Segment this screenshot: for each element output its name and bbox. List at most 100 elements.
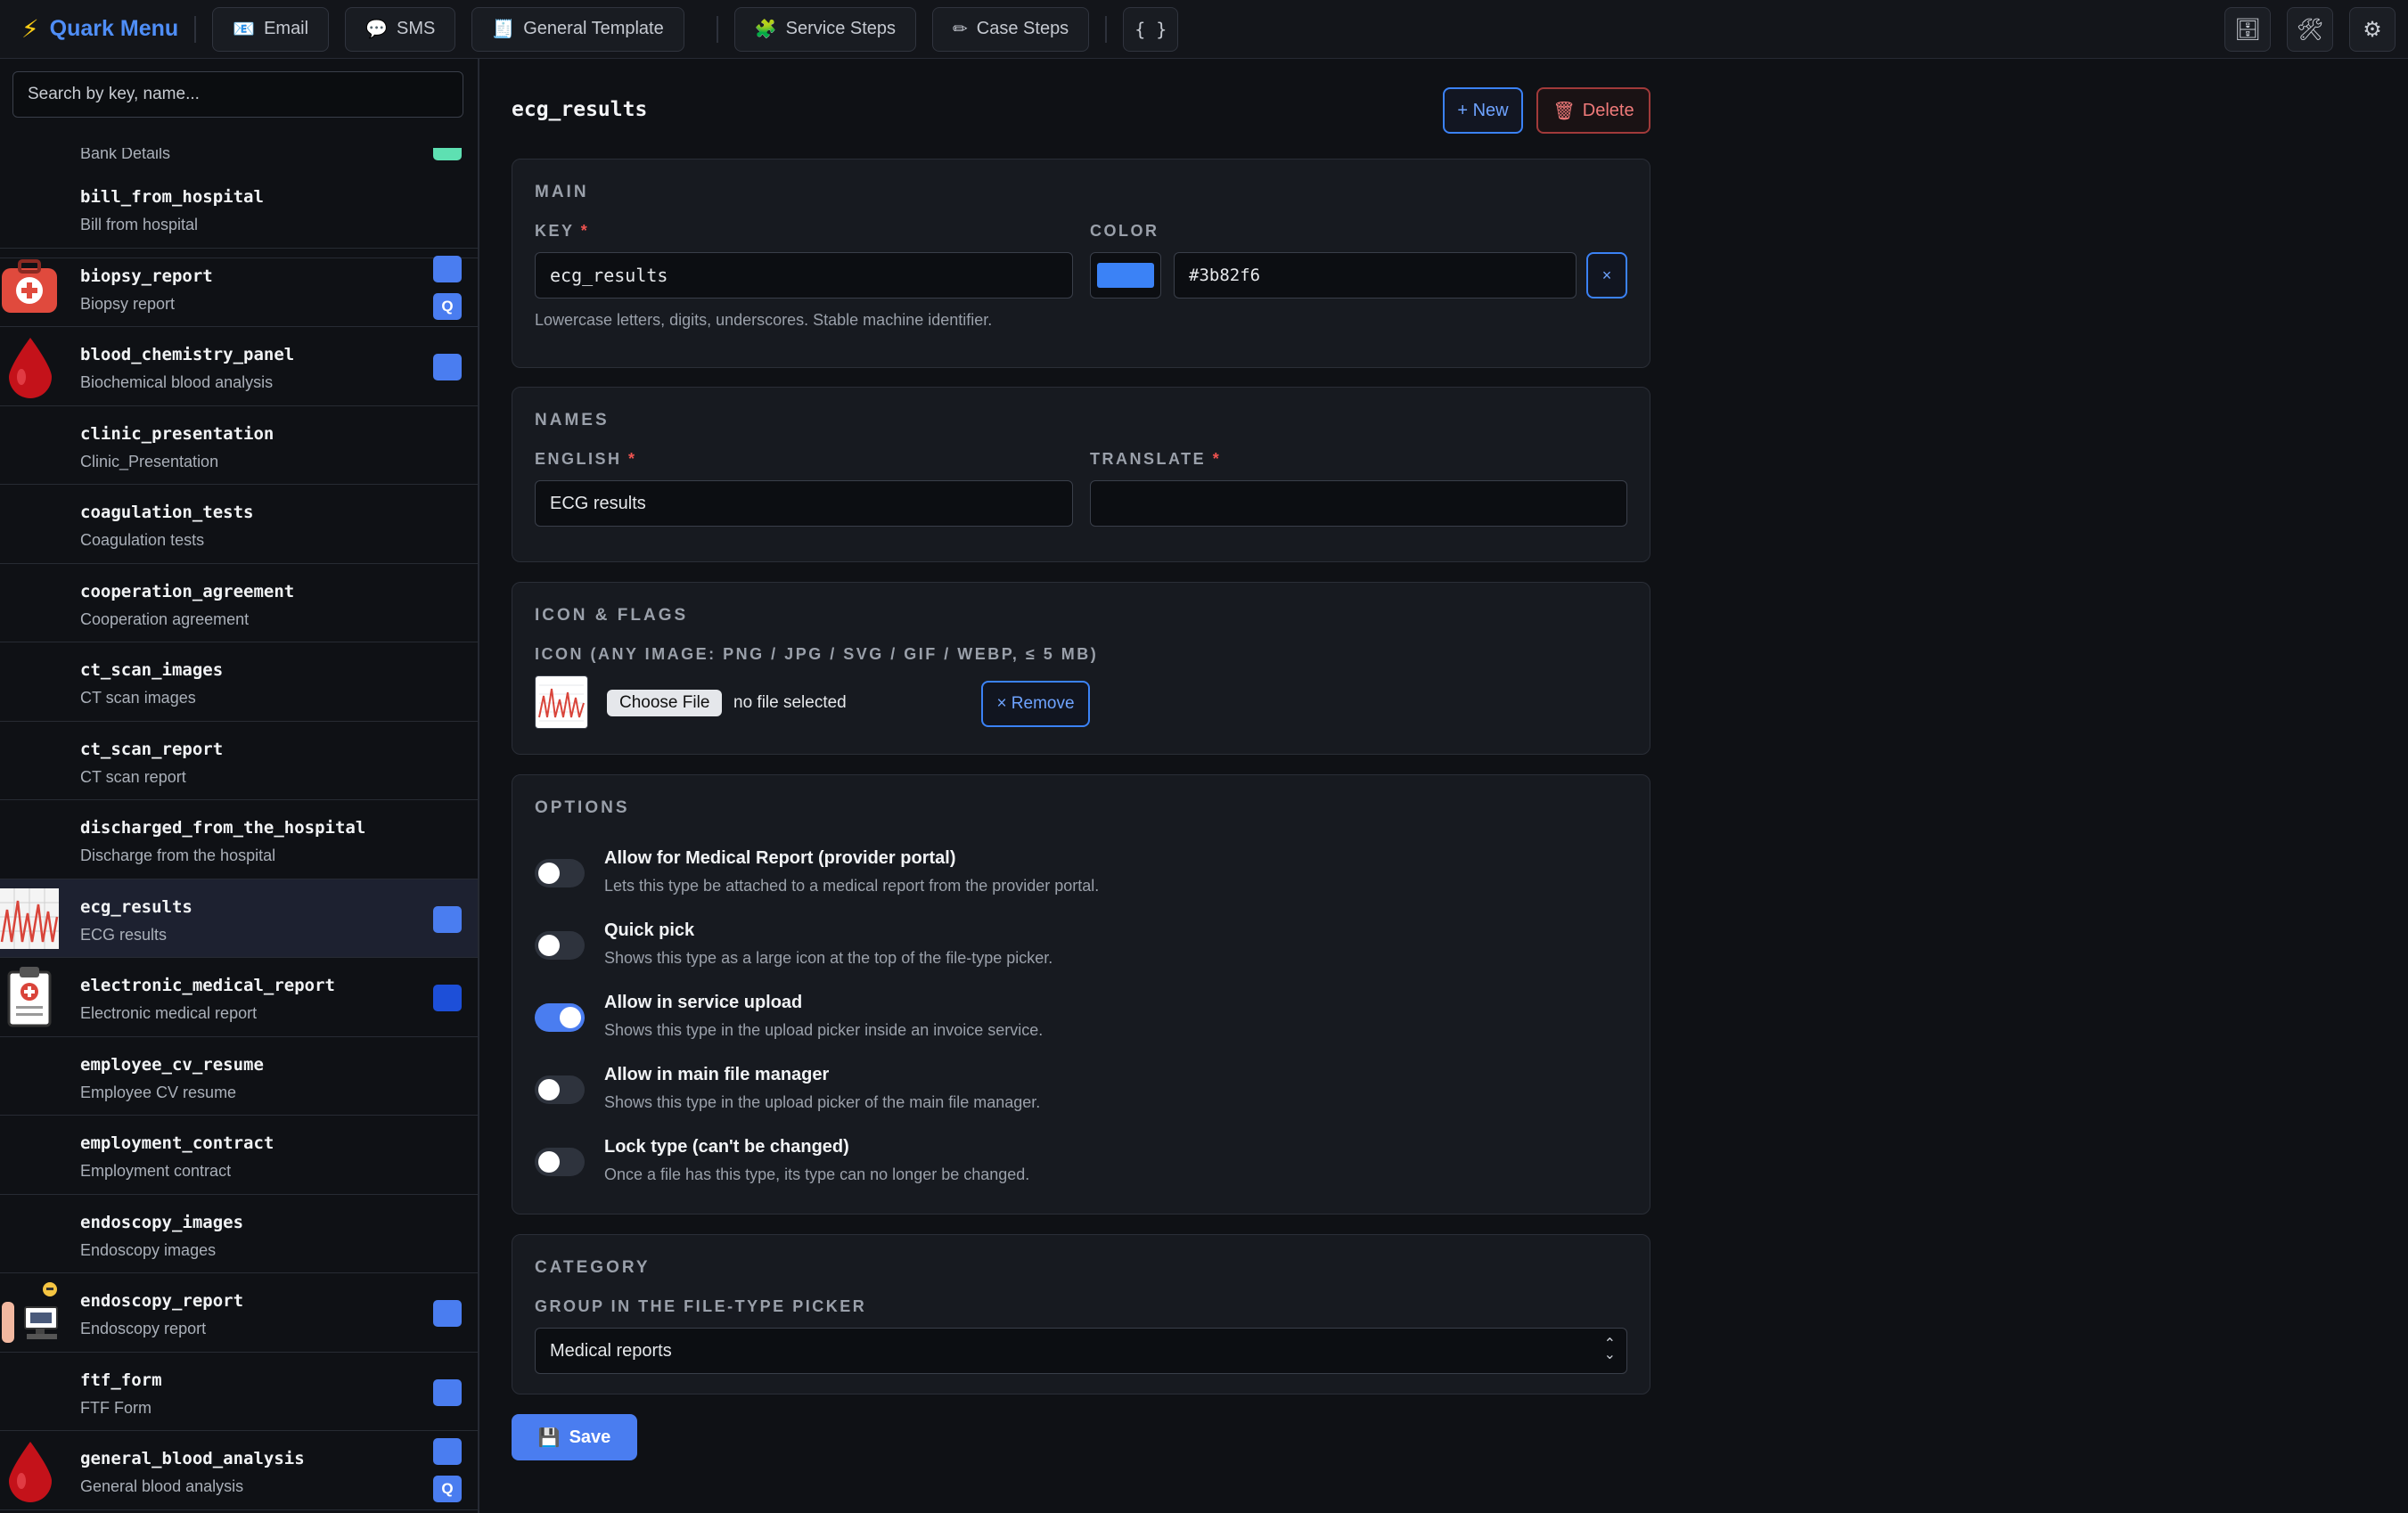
sms-button[interactable]: 💬 SMS [345, 6, 456, 52]
doctor-monitor-icon [0, 1280, 61, 1345]
top-toolbar: ⚡ Quark Menu 📧 Email 💬 SMS 🧾 General Tem… [0, 0, 2408, 59]
new-button[interactable]: + New [1443, 87, 1523, 134]
list-item-name: Bank Details [80, 148, 171, 162]
general-template-button[interactable]: 🧾 General Template [471, 6, 684, 52]
tools-button[interactable]: 🛠 [2287, 7, 2333, 52]
list-item-key: endoscopy_report [80, 1291, 244, 1311]
option-description: Shows this type in the upload picker of … [604, 1093, 1041, 1111]
json-button[interactable]: { } [1123, 6, 1179, 52]
save-button[interactable]: 💾 Save [512, 1414, 637, 1460]
list-item-name: Employee CV resume [80, 1083, 237, 1101]
clipboard-icon [0, 965, 61, 1029]
category-select[interactable]: Medical reports ⌃ ⌄ [535, 1328, 1627, 1374]
list-item-key: electronic_medical_report [80, 976, 335, 995]
file-cabinet-button[interactable]: 🗄 [2224, 7, 2271, 52]
clear-color-button[interactable]: × [1586, 252, 1627, 299]
color-badge [433, 148, 462, 160]
list-item-general-blood-analysis[interactable]: general_blood_analysis General blood anal… [0, 1431, 478, 1510]
option-row: Allow in main file manager Shows this typ… [535, 1065, 1604, 1118]
quick-pick-badge: Q [433, 292, 462, 320]
list-item-clinic-presentation[interactable]: clinic_presentation Clinic_Presentation [0, 406, 478, 485]
key-input[interactable]: ecg_results [535, 252, 1073, 299]
section-title: ICON & FLAGS [535, 606, 689, 625]
option-toggle[interactable] [535, 859, 585, 887]
list-item-key: biopsy_report [80, 266, 213, 286]
list-item-ct-scan-images[interactable]: ct_scan_images CT scan images [0, 642, 478, 722]
choose-file-button[interactable]: Choose File [607, 690, 723, 716]
option-description: Shows this type as a large icon at the t… [604, 949, 1053, 967]
search-input[interactable] [12, 71, 463, 118]
list-item-key: ct_scan_report [80, 739, 224, 759]
case-steps-button[interactable]: ✏ Case Steps [932, 6, 1090, 52]
list-item-discharged-from-the-hospital[interactable]: discharged_from_the_hospital Discharge fr… [0, 800, 478, 879]
remove-icon-button[interactable]: × Remove [981, 681, 1090, 727]
divider [194, 15, 197, 43]
blood-drop-icon [0, 1438, 61, 1502]
option-toggle[interactable] [535, 1003, 585, 1032]
list-item-coagulation-tests[interactable]: coagulation_tests Coagulation tests [0, 485, 478, 564]
page-title: ecg_results [512, 98, 648, 121]
option-toggle[interactable] [535, 931, 585, 960]
list-item-cooperation-agreement[interactable]: cooperation_agreement Cooperation agreeme… [0, 564, 478, 642]
list-item-blood-chemistry-panel[interactable]: blood_chemistry_panel Biochemical blood a… [0, 327, 478, 406]
option-description: Shows this type in the upload picker ins… [604, 1021, 1044, 1039]
color-badge [433, 354, 462, 380]
speech-bubble-icon: 💬 [365, 20, 388, 39]
option-title: Lock type (can't be changed) [604, 1137, 849, 1157]
list-item-key: clinic_presentation [80, 423, 274, 444]
list-item-name: Cooperation agreement [80, 609, 250, 628]
option-toggle[interactable] [535, 1148, 585, 1176]
list-item-endoscopy-images[interactable]: endoscopy_images Endoscopy images [0, 1195, 478, 1273]
english-name-input[interactable]: ECG results [535, 480, 1073, 527]
divider [716, 15, 718, 43]
list-item-ftf-form[interactable]: ftf_form FTF Form [0, 1353, 478, 1431]
trash-icon: 🗑 [1552, 101, 1576, 121]
list-item-name: General blood analysis [80, 1477, 244, 1495]
color-picker[interactable] [1090, 252, 1161, 299]
delete-button[interactable]: 🗑 Delete [1536, 87, 1650, 134]
list-item-ecg-results[interactable]: ecg_results ECG results [0, 879, 478, 958]
option-title: Allow in service upload [604, 993, 803, 1012]
medical-bag-icon [0, 256, 61, 320]
key-label: KEY * [535, 222, 590, 240]
category-section: CATEGORY GROUP IN THE FILE-TYPE PICKER M… [512, 1234, 1650, 1394]
icon-flags-section: ICON & FLAGS ICON (ANY IMAGE: PNG / JPG … [512, 582, 1650, 755]
list-item-biopsy-report[interactable]: biopsy_report Biopsy report Q [0, 249, 478, 327]
case-steps-label: Case Steps [976, 19, 1069, 38]
translate-name-input[interactable] [1090, 480, 1627, 527]
list-item-key: ct_scan_images [80, 660, 224, 680]
list-item-key: employee_cv_resume [80, 1054, 264, 1075]
gear-icon: ⚙ [2363, 17, 2382, 42]
list-item-employment-contract[interactable]: employment_contract Employment contract [0, 1116, 478, 1195]
list-item-bill-from-hospital[interactable]: bill_from_hospital Bill from hospital [0, 169, 478, 249]
color-badge [433, 1378, 462, 1406]
list-item-key: ftf_form [80, 1370, 162, 1390]
settings-button[interactable]: ⚙ [2349, 7, 2396, 52]
list-item-employee-cv-resume[interactable]: employee_cv_resume Employee CV resume [0, 1037, 478, 1116]
section-title: CATEGORY [535, 1258, 651, 1277]
brand[interactable]: ⚡ Quark Menu [21, 14, 178, 44]
list-item-key: blood_chemistry_panel [80, 345, 295, 364]
names-section: NAMES ENGLISH * ECG results TRANSLATE * [512, 387, 1650, 562]
option-toggle[interactable] [535, 1075, 585, 1104]
list-item-endoscopy-report[interactable]: endoscopy_report Endoscopy report [0, 1273, 478, 1353]
option-row: Allow for Medical Report (provider porta… [535, 848, 1604, 902]
main-section: MAIN KEY * ecg_results Lowercase letters… [512, 159, 1650, 368]
english-label: ENGLISH * [535, 450, 637, 468]
list-item-electronic-medical-report[interactable]: electronic_medical_report Electronic medi… [0, 958, 478, 1037]
service-steps-button[interactable]: 🧩 Service Steps [733, 6, 917, 52]
option-row: Lock type (can't be changed) Once a file … [535, 1137, 1604, 1190]
option-description: Once a file has this type, its type can … [604, 1165, 1030, 1183]
color-badge [433, 905, 462, 933]
floppy-disk-icon: 💾 [537, 1427, 561, 1448]
color-hex-input[interactable]: #3b82f6 [1174, 252, 1577, 299]
color-label: COLOR [1090, 222, 1159, 240]
email-button[interactable]: 📧 Email [212, 6, 330, 52]
section-title: NAMES [535, 411, 610, 429]
list-item-name: Bill from hospital [80, 216, 199, 233]
sms-label: SMS [396, 19, 436, 38]
email-label: Email [264, 19, 309, 38]
list-item-ct-scan-report[interactable]: ct_scan_report CT scan report [0, 722, 478, 800]
list-item-name: Clinic_Presentation [80, 452, 219, 470]
save-label: Save [569, 1427, 611, 1447]
